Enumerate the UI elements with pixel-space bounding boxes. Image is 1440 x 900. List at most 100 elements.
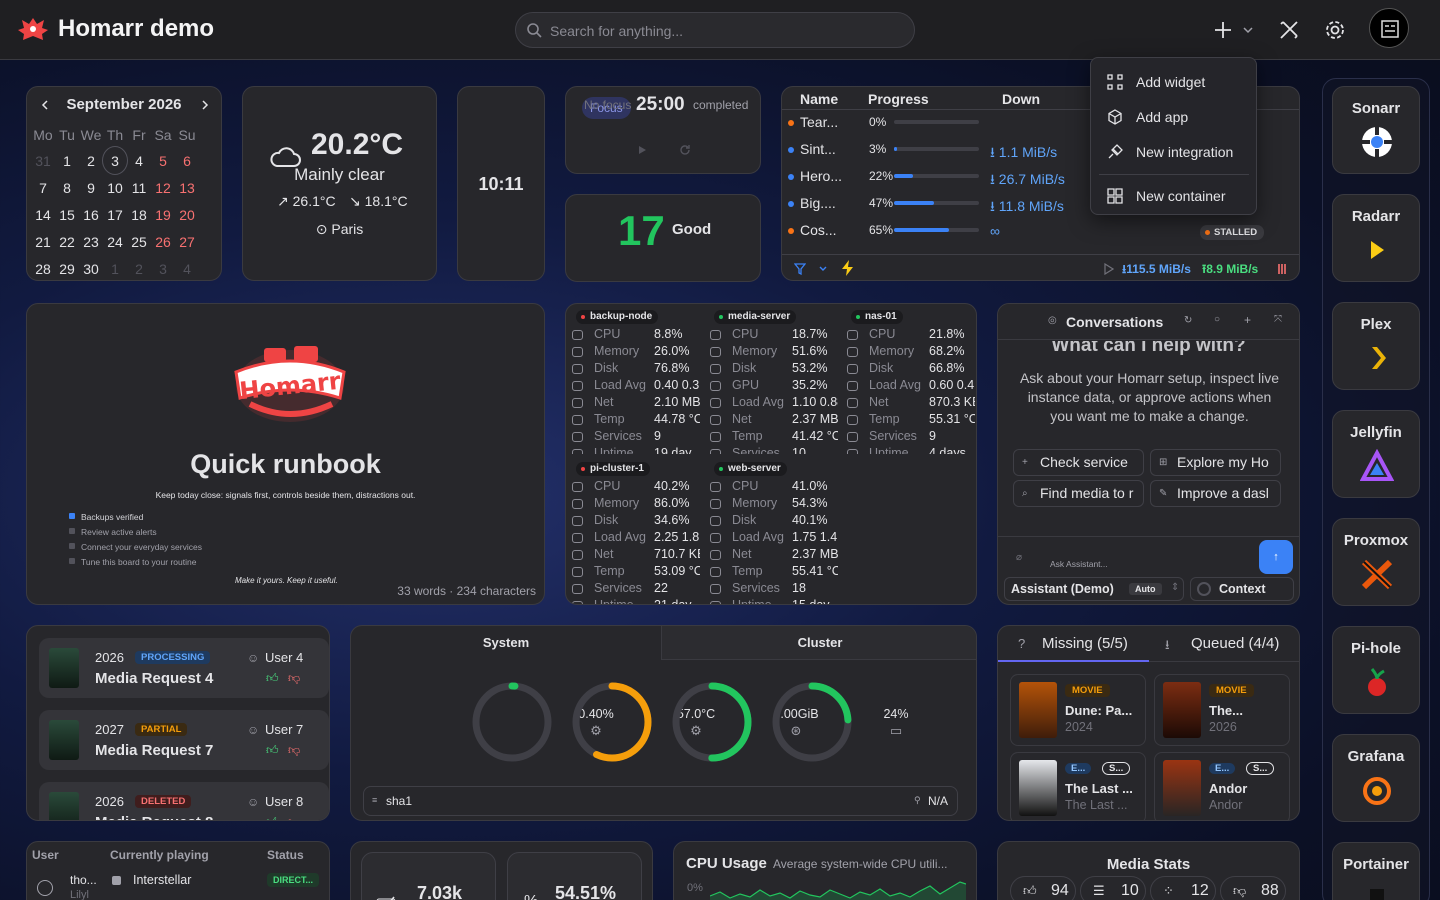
tab-cluster[interactable]: Cluster — [662, 626, 976, 660]
refresh-icon[interactable]: ○ — [1214, 314, 1220, 325]
calendar-day[interactable]: 5 — [151, 147, 175, 174]
calendar-day[interactable]: 16 — [79, 201, 103, 228]
calendar-day[interactable]: 26 — [151, 228, 175, 255]
filter-icon[interactable] — [794, 263, 806, 275]
calendar-day[interactable]: 27 — [175, 228, 199, 255]
app-tile-plex[interactable]: Plex — [1332, 302, 1420, 390]
calendar-day[interactable]: 22 — [55, 228, 79, 255]
approve-icon[interactable]: 👍︎ — [266, 743, 279, 758]
calendar-day[interactable]: 3 — [151, 255, 175, 280]
calendar-day[interactable]: 20 — [175, 201, 199, 228]
app-tile-sonarr[interactable]: Sonarr — [1332, 86, 1420, 174]
calendar-day[interactable]: 4 — [127, 147, 151, 174]
arr-item-card[interactable]: MOVIE The... 2026 — [1154, 674, 1290, 746]
request-card[interactable]: 2026 DELETED Media Request 8 ☺ User 8 👍︎… — [39, 782, 329, 820]
calendar-day[interactable]: 13 — [175, 174, 199, 201]
calendar-day[interactable]: 7 — [31, 174, 55, 201]
chevron-down-icon[interactable] — [1242, 24, 1254, 36]
calendar-day[interactable]: 14 — [31, 201, 55, 228]
calendar-day[interactable]: 17 — [103, 201, 127, 228]
assistant-select[interactable]: Assistant (Demo) Auto ⇕ — [1004, 577, 1184, 601]
chevron-down-icon[interactable] — [818, 264, 828, 274]
homarr-logo-icon[interactable] — [16, 14, 50, 44]
calendar-day[interactable]: 6 — [175, 147, 199, 174]
app-tile-jellyfin[interactable]: Jellyfin — [1332, 410, 1420, 498]
edit-tools-icon[interactable] — [1278, 19, 1300, 41]
expand-icon[interactable]: ⤧ — [1274, 314, 1282, 325]
calendar-day[interactable]: 2 — [127, 255, 151, 280]
calendar-day[interactable]: 28 — [31, 255, 55, 280]
calendar-day[interactable]: 19 — [151, 201, 175, 228]
calendar-day[interactable]: 8 — [55, 174, 79, 201]
calendar-day[interactable]: 29 — [55, 255, 79, 280]
reset-icon[interactable] — [679, 144, 691, 156]
pause-icon[interactable] — [1276, 263, 1288, 275]
calendar-day[interactable]: 1 — [55, 147, 79, 174]
calendar-day[interactable]: 2 — [79, 147, 103, 174]
search-bar[interactable] — [515, 12, 915, 48]
context-toggle[interactable]: Context — [1190, 577, 1294, 601]
calendar-day[interactable]: 11 — [127, 174, 151, 201]
app-tile-proxmox[interactable]: Proxmox — [1332, 518, 1420, 606]
calendar-day[interactable]: 21 — [31, 228, 55, 255]
decline-icon[interactable]: 👎︎ — [288, 815, 300, 820]
calendar-day[interactable]: 1 — [103, 255, 127, 280]
calendar-day[interactable]: 15 — [55, 201, 79, 228]
play-icon[interactable] — [637, 145, 647, 155]
attach-icon[interactable]: ⌀ — [1016, 552, 1022, 563]
task-item[interactable]: Backups verified — [69, 512, 143, 522]
new-chat-icon[interactable]: + — [1244, 313, 1251, 327]
menu-item-add-widget[interactable]: Add widget — [1091, 67, 1256, 97]
menu-item-new-integration[interactable]: New integration — [1091, 137, 1256, 167]
tab-system[interactable]: System — [351, 626, 662, 660]
decline-icon[interactable]: 👎︎ — [288, 671, 300, 686]
flash-icon[interactable] — [840, 259, 856, 277]
calendar-day[interactable]: 9 — [79, 174, 103, 201]
arr-item-card[interactable]: MOVIE Dune: Pa... 2024 — [1010, 674, 1146, 746]
play-outline-icon[interactable] — [1104, 263, 1114, 275]
checkbox-icon[interactable] — [69, 513, 75, 519]
history-icon[interactable]: ↻ — [1184, 315, 1192, 326]
calendar-day[interactable]: 25 — [127, 228, 151, 255]
checkbox-icon[interactable] — [69, 558, 75, 564]
menu-item-add-app[interactable]: Add app — [1091, 102, 1256, 132]
search-input[interactable] — [550, 21, 890, 41]
suggestion-chip[interactable]: ⌕ Find media to r — [1013, 480, 1144, 507]
arr-item-card[interactable]: E... S... Andor Andor — [1154, 752, 1290, 820]
calendar-day[interactable]: 12 — [151, 174, 175, 201]
app-tile-pi-hole[interactable]: Pi-hole — [1332, 626, 1420, 714]
request-card[interactable]: 2026 PROCESSING Media Request 4 ☺ User 4… — [39, 638, 329, 698]
tab-missing[interactable]: ? Missing (5/5) — [998, 626, 1149, 662]
chevron-right-icon[interactable] — [199, 99, 211, 111]
suggestion-chip[interactable]: ✎ Improve a dasl — [1150, 480, 1281, 507]
decline-icon[interactable]: 👎︎ — [288, 743, 300, 758]
calendar-day[interactable]: 4 — [175, 255, 199, 280]
menu-item-new-container[interactable]: New container — [1091, 181, 1256, 211]
send-button[interactable]: ↑ — [1259, 540, 1293, 574]
avatar[interactable] — [1369, 8, 1409, 48]
app-tile-portainer[interactable]: Portainer — [1332, 842, 1420, 900]
task-item[interactable]: Tune this board to your routine — [69, 557, 196, 567]
checkbox-icon[interactable] — [69, 543, 75, 549]
calendar-day[interactable]: 30 — [79, 255, 103, 280]
approve-icon[interactable]: 👍︎ — [266, 671, 279, 686]
calendar-day[interactable]: 24 — [103, 228, 127, 255]
calendar-day[interactable]: 10 — [103, 174, 127, 201]
checkbox-icon[interactable] — [69, 528, 75, 534]
tab-queued[interactable]: ⭳ Queued (4/4) — [1149, 626, 1299, 662]
calendar-day[interactable]: 23 — [79, 228, 103, 255]
calendar-day[interactable]: 31 — [31, 147, 55, 174]
gear-icon[interactable] — [1324, 19, 1346, 41]
request-card[interactable]: 2027 PARTIAL Media Request 7 ☺ User 7 👍︎… — [39, 710, 329, 770]
task-item[interactable]: Review active alerts — [69, 527, 157, 537]
conversations-title[interactable]: Conversations — [1066, 314, 1163, 330]
calendar-day[interactable]: 18 — [127, 201, 151, 228]
suggestion-chip[interactable]: + Check service — [1013, 449, 1144, 476]
app-tile-radarr[interactable]: Radarr — [1332, 194, 1420, 282]
calendar-day[interactable]: 3 — [102, 146, 128, 175]
add-plus-icon[interactable] — [1213, 20, 1233, 40]
arr-item-card[interactable]: E... S... The Last ... The Last ... — [1010, 752, 1146, 820]
task-item[interactable]: Connect your everyday services — [69, 542, 202, 552]
approve-icon[interactable]: 👍︎ — [266, 815, 279, 820]
suggestion-chip[interactable]: ⊞ Explore my Ho — [1150, 449, 1281, 476]
